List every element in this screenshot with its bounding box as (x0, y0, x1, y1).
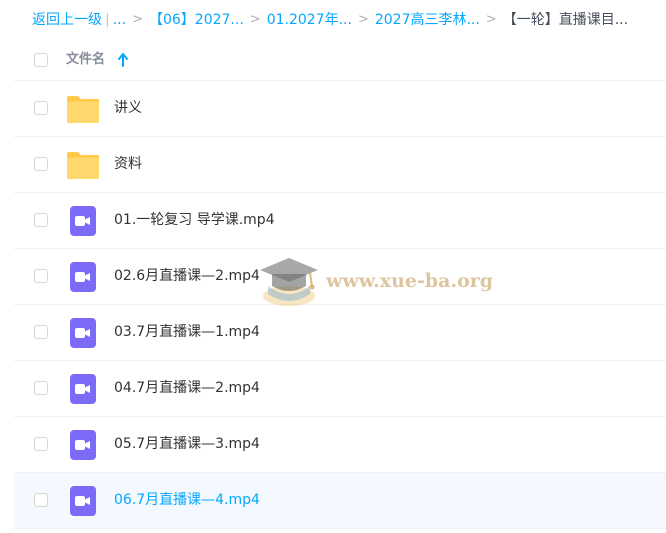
list-item[interactable]: 06.7月直播课—4.mp4 (14, 473, 666, 529)
breadcrumb: 返回上一级 |... > 【06】2027... >01.2027年... >2027高三… (32, 10, 666, 30)
list-item[interactable]: 05.7月直播课—3.mp4 (14, 417, 666, 473)
list-item[interactable]: 讲义 (14, 81, 666, 137)
row-checkbox[interactable] (34, 381, 48, 395)
file-name[interactable]: 04.7月直播课—2.mp4 (114, 361, 260, 416)
row-checkbox[interactable] (34, 325, 48, 339)
file-name[interactable]: 03.7月直播课—1.mp4 (114, 305, 260, 360)
breadcrumb-item-3[interactable]: 2027高三李林... (375, 10, 480, 30)
breadcrumb-item-2[interactable]: 01.2027年... (267, 10, 352, 30)
breadcrumb-divider: | (105, 12, 110, 28)
file-name[interactable]: 06.7月直播课—4.mp4 (114, 473, 260, 528)
row-checkbox[interactable] (34, 101, 48, 115)
column-header-filename[interactable]: 文件名 (66, 50, 105, 70)
chevron-right-icon: > (249, 12, 261, 27)
select-all-checkbox[interactable] (34, 53, 48, 67)
folder-icon (67, 96, 99, 123)
chevron-right-icon: > (357, 12, 369, 27)
row-checkbox[interactable] (34, 437, 48, 451)
row-checkbox[interactable] (34, 213, 48, 227)
row-checkbox[interactable] (34, 269, 48, 283)
file-name[interactable]: 02.6月直播课—2.mp4 (114, 249, 260, 304)
back-link[interactable]: 返回上一级 (32, 10, 102, 30)
list-item[interactable]: 03.7月直播课—1.mp4 (14, 305, 666, 361)
file-name[interactable]: 资料 (114, 137, 142, 192)
breadcrumb-current: 【一轮】直播课目... (502, 12, 629, 28)
video-file-icon (70, 206, 96, 236)
graduation-cap-logo (260, 258, 318, 306)
row-checkbox[interactable] (34, 157, 48, 171)
file-name[interactable]: 05.7月直播课—3.mp4 (114, 417, 260, 472)
video-file-icon (70, 374, 96, 404)
list-header: 文件名 (14, 40, 666, 81)
video-file-icon (70, 430, 96, 460)
watermark: www.xue-ba.org (258, 252, 493, 312)
list-item[interactable]: 01.一轮复习 导学课.mp4 (14, 193, 666, 249)
row-checkbox[interactable] (34, 493, 48, 507)
video-file-icon (70, 318, 96, 348)
arrow-up-icon[interactable] (118, 53, 128, 67)
file-name[interactable]: 01.一轮复习 导学课.mp4 (114, 193, 275, 248)
breadcrumb-ellipsis[interactable]: ... (113, 10, 126, 30)
chevron-right-icon: > (132, 12, 143, 27)
list-item[interactable]: 04.7月直播课—2.mp4 (14, 361, 666, 417)
breadcrumb-item-1[interactable]: 【06】2027... (149, 10, 244, 30)
chevron-right-icon: > (485, 12, 497, 27)
folder-icon (67, 152, 99, 179)
list-item[interactable]: 资料 (14, 137, 666, 193)
video-file-icon (70, 486, 96, 516)
video-file-icon (70, 262, 96, 292)
watermark-text: www.xue-ba.org (326, 270, 494, 292)
file-name[interactable]: 讲义 (114, 81, 142, 136)
